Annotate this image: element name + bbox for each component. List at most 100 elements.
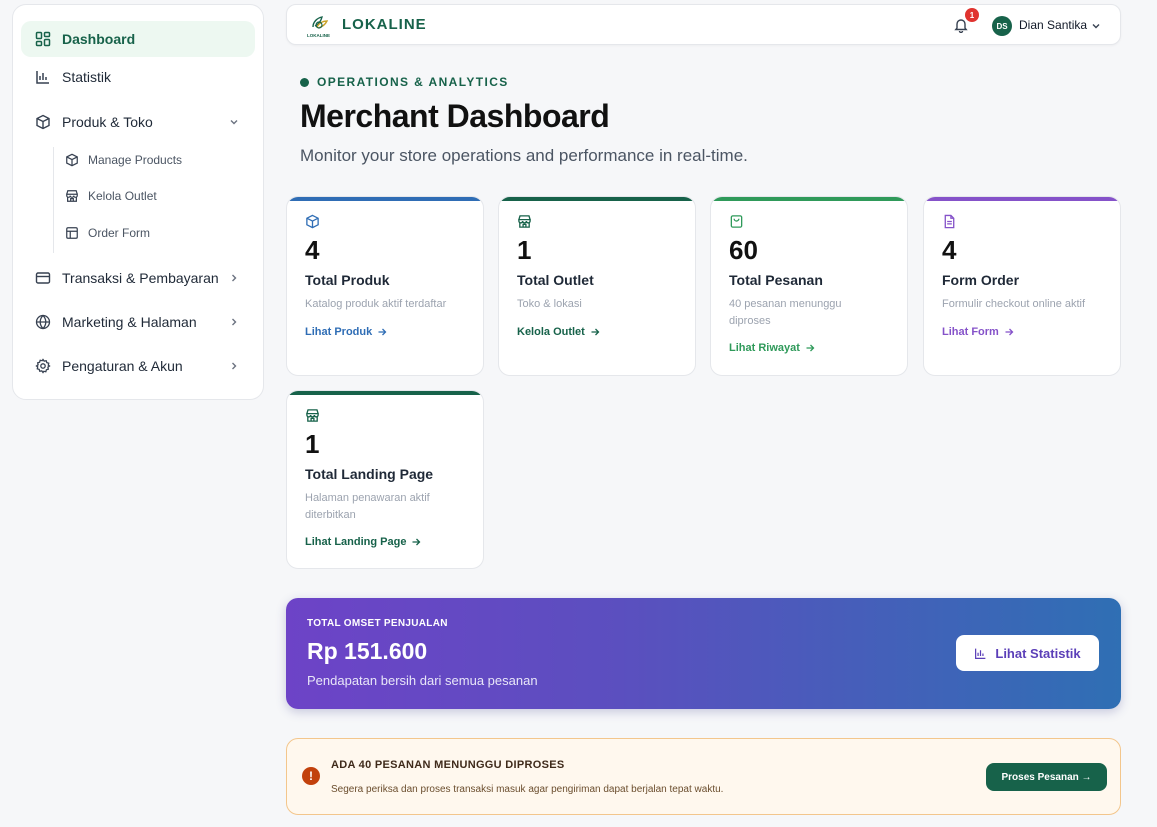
svg-text:LOKALINE: LOKALINE bbox=[307, 33, 330, 38]
top-header: LOKALINE LOKALINE 1 DS Dian Santika bbox=[286, 4, 1121, 45]
sidebar-item-label: Statistik bbox=[62, 69, 112, 85]
sidebar-subitem-manage-products[interactable]: Manage Products bbox=[65, 148, 182, 172]
stat-value: 1 bbox=[305, 429, 320, 459]
lihat-statistik-button[interactable]: Lihat Statistik bbox=[956, 635, 1099, 671]
sidebar-item-label: Pengaturan & Akun bbox=[62, 358, 183, 374]
stat-value: 4 bbox=[942, 235, 957, 265]
brand-name: LOKALINE bbox=[342, 16, 427, 33]
chevron-right-icon bbox=[232, 274, 237, 282]
layout-icon bbox=[66, 227, 78, 239]
box-icon bbox=[66, 153, 78, 167]
pending-orders-alert: ! ADA 40 PESANAN MENUNGGU DIPROSES Seger… bbox=[286, 738, 1121, 815]
stat-value: 4 bbox=[305, 235, 320, 265]
alert-title: ADA 40 PESANAN MENUNGGU DIPROSES bbox=[331, 759, 565, 771]
card-accent-bar bbox=[287, 197, 483, 201]
sidebar-item-dashboard[interactable]: Dashboard bbox=[21, 21, 255, 57]
arrow-right-icon bbox=[378, 328, 387, 336]
page-subtitle: Monitor your store operations and perfor… bbox=[300, 146, 748, 165]
sidebar-subitem-kelola-outlet[interactable]: Kelola Outlet bbox=[65, 184, 157, 208]
proses-pesanan-button[interactable]: Proses Pesanan → bbox=[986, 763, 1107, 791]
revenue-value: Rp 151.600 bbox=[307, 638, 428, 664]
sidebar: Dashboard Statistik Produk & Toko Manage… bbox=[12, 4, 264, 400]
revenue-description: Pendapatan bersih dari semua pesanan bbox=[307, 673, 538, 688]
chevron-down-icon bbox=[230, 120, 238, 125]
lihat-landing-page-link[interactable]: Lihat Landing Page bbox=[305, 536, 421, 548]
stat-description: 40 pesanan menunggu diproses bbox=[729, 298, 842, 327]
button-label: Lihat Statistik bbox=[995, 645, 1081, 661]
grid-icon bbox=[35, 31, 51, 47]
page-title: Merchant Dashboard bbox=[300, 98, 610, 134]
stat-card-produk: 4 Total Produk Katalog produk aktif terd… bbox=[286, 196, 484, 376]
sidebar-subitem-label: Kelola Outlet bbox=[88, 189, 157, 203]
lihat-form-link[interactable]: Lihat Form bbox=[942, 326, 1014, 338]
link-label: Lihat Produk bbox=[305, 326, 373, 338]
arrow-right-icon bbox=[1005, 328, 1014, 336]
bar-chart-icon bbox=[36, 71, 49, 84]
user-name[interactable]: Dian Santika bbox=[1019, 18, 1087, 32]
stat-description: Halaman penawaran aktif diterbitkan bbox=[305, 492, 430, 521]
stat-description: Formulir checkout online aktif bbox=[942, 298, 1086, 310]
submenu-divider bbox=[53, 147, 54, 253]
store-icon bbox=[518, 215, 531, 228]
stat-label: Total Outlet bbox=[517, 272, 594, 288]
sidebar-item-label: Dashboard bbox=[62, 31, 136, 47]
sidebar-item-label: Marketing & Halaman bbox=[62, 314, 197, 330]
sidebar-item-transaksi[interactable]: Transaksi & Pembayaran bbox=[21, 260, 255, 296]
chevron-right-icon bbox=[232, 362, 237, 370]
card-accent-bar bbox=[924, 197, 1120, 201]
sidebar-item-label: Produk & Toko bbox=[62, 114, 153, 130]
arrow-right-icon bbox=[806, 344, 815, 352]
sidebar-item-marketing[interactable]: Marketing & Halaman bbox=[21, 304, 255, 340]
stat-label: Form Order bbox=[942, 272, 1020, 288]
page-eyebrow: OPERATIONS & ANALYTICS bbox=[317, 75, 509, 89]
chevron-down-icon[interactable] bbox=[1091, 21, 1101, 31]
stat-card-form-order: 4 Form Order Formulir checkout online ak… bbox=[923, 196, 1121, 376]
sidebar-item-produk-toko[interactable]: Produk & Toko bbox=[21, 104, 255, 140]
stat-card-pesanan: 60 Total Pesanan 40 pesanan menunggu dip… bbox=[710, 196, 908, 376]
sidebar-subitem-order-form[interactable]: Order Form bbox=[65, 221, 150, 245]
stat-card-landing-page: 1 Total Landing Page Halaman penawaran a… bbox=[286, 390, 484, 569]
card-accent-bar bbox=[287, 391, 483, 395]
link-label: Lihat Landing Page bbox=[305, 536, 407, 548]
eyebrow-dot bbox=[300, 78, 309, 87]
sidebar-item-pengaturan[interactable]: Pengaturan & Akun bbox=[21, 348, 255, 384]
lokaline-logo-icon: LOKALINE bbox=[307, 16, 330, 38]
chevron-right-icon bbox=[232, 318, 237, 326]
shopping-bag-icon bbox=[730, 215, 743, 228]
warning-icon: ! bbox=[302, 767, 320, 785]
gear-icon bbox=[35, 358, 51, 374]
card-accent-bar bbox=[499, 197, 695, 201]
revenue-label: TOTAL OMSET PENJUALAN bbox=[307, 618, 448, 629]
alert-description: Segera periksa dan proses transaksi masu… bbox=[331, 784, 724, 795]
lihat-riwayat-link[interactable]: Lihat Riwayat bbox=[729, 342, 815, 354]
sidebar-subitem-label: Order Form bbox=[88, 226, 151, 240]
stat-label: Total Landing Page bbox=[305, 466, 434, 482]
kelola-outlet-link[interactable]: Kelola Outlet bbox=[517, 326, 600, 338]
notification-badge: 1 bbox=[965, 8, 979, 22]
stat-description: Toko & lokasi bbox=[517, 298, 582, 310]
link-label: Lihat Form bbox=[942, 326, 999, 338]
store-icon bbox=[306, 409, 319, 422]
stat-card-outlet: 1 Total Outlet Toko & lokasi Kelola Outl… bbox=[498, 196, 696, 376]
link-label: Kelola Outlet bbox=[517, 326, 585, 338]
stat-description: Katalog produk aktif terdaftar bbox=[305, 298, 447, 310]
box-icon bbox=[306, 214, 319, 229]
revenue-banner: TOTAL OMSET PENJUALAN Rp 151.600 Pendapa… bbox=[286, 598, 1121, 709]
avatar[interactable]: DS bbox=[992, 16, 1012, 36]
store-icon bbox=[66, 190, 78, 202]
arrow-right-icon bbox=[591, 328, 600, 336]
sidebar-subitem-label: Manage Products bbox=[88, 153, 183, 167]
globe-icon bbox=[35, 314, 51, 330]
card-accent-bar bbox=[711, 197, 907, 201]
sidebar-item-label: Transaksi & Pembayaran bbox=[62, 270, 219, 286]
stat-value: 1 bbox=[517, 235, 532, 265]
sidebar-item-statistik[interactable]: Statistik bbox=[21, 59, 255, 95]
stat-label: Total Produk bbox=[305, 272, 390, 288]
arrow-right-icon bbox=[412, 538, 421, 546]
stat-label: Total Pesanan bbox=[729, 272, 823, 288]
link-label: Lihat Riwayat bbox=[729, 342, 800, 354]
document-icon bbox=[944, 214, 955, 229]
lihat-produk-link[interactable]: Lihat Produk bbox=[305, 326, 387, 338]
stat-value: 60 bbox=[729, 235, 758, 265]
credit-card-icon bbox=[35, 272, 51, 284]
